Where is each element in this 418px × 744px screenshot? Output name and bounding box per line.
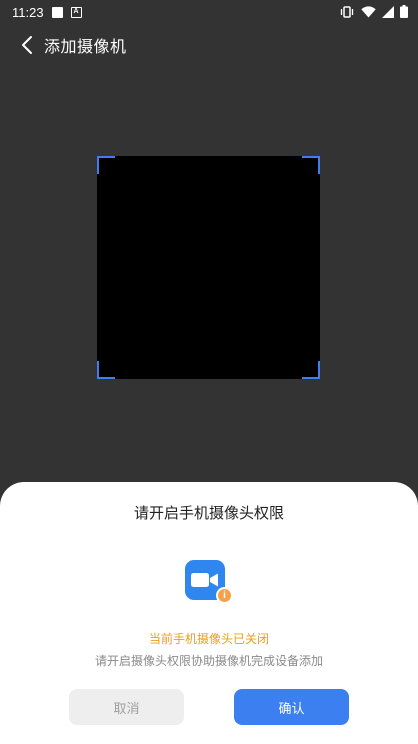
permission-dialog: 请开启手机摄像头权限 i 当前手机摄像头已关闭 请开启摄像头权限协助摄像机完成设… <box>0 482 418 744</box>
notification-square-icon <box>51 6 63 18</box>
vibrate-icon <box>340 5 354 18</box>
a-badge-icon: A <box>70 6 82 18</box>
back-button[interactable] <box>10 28 44 62</box>
signal-icon <box>382 5 394 18</box>
confirm-button[interactable]: 确认 <box>234 689 349 725</box>
chevron-left-icon <box>22 36 32 54</box>
header: 添加摄像机 <box>0 28 418 62</box>
camera-off-warning: 当前手机摄像头已关闭 <box>148 632 269 646</box>
cancel-button[interactable]: 取消 <box>69 689 184 725</box>
scanner-corner-bottom-right <box>302 361 320 379</box>
scanner-corner-top-right <box>302 156 320 174</box>
status-left: 11:23 A <box>12 5 82 20</box>
dialog-title: 请开启手机摄像头权限 <box>133 504 284 522</box>
battery-icon <box>400 5 408 18</box>
page-title: 添加摄像机 <box>44 37 127 56</box>
info-badge-icon: i <box>216 587 233 604</box>
scanner-corner-top-left <box>97 156 115 174</box>
camera-permission-graphic: i <box>185 560 235 606</box>
wifi-icon <box>361 5 376 17</box>
status-bar: 11:23 A <box>0 0 418 24</box>
scanner-corner-bottom-left <box>97 361 115 379</box>
status-right <box>339 5 408 18</box>
status-time: 11:23 <box>12 4 44 20</box>
permission-description: 请开启摄像头权限协助摄像机完成设备添加 <box>94 654 323 668</box>
scanner-viewfinder <box>97 156 320 379</box>
